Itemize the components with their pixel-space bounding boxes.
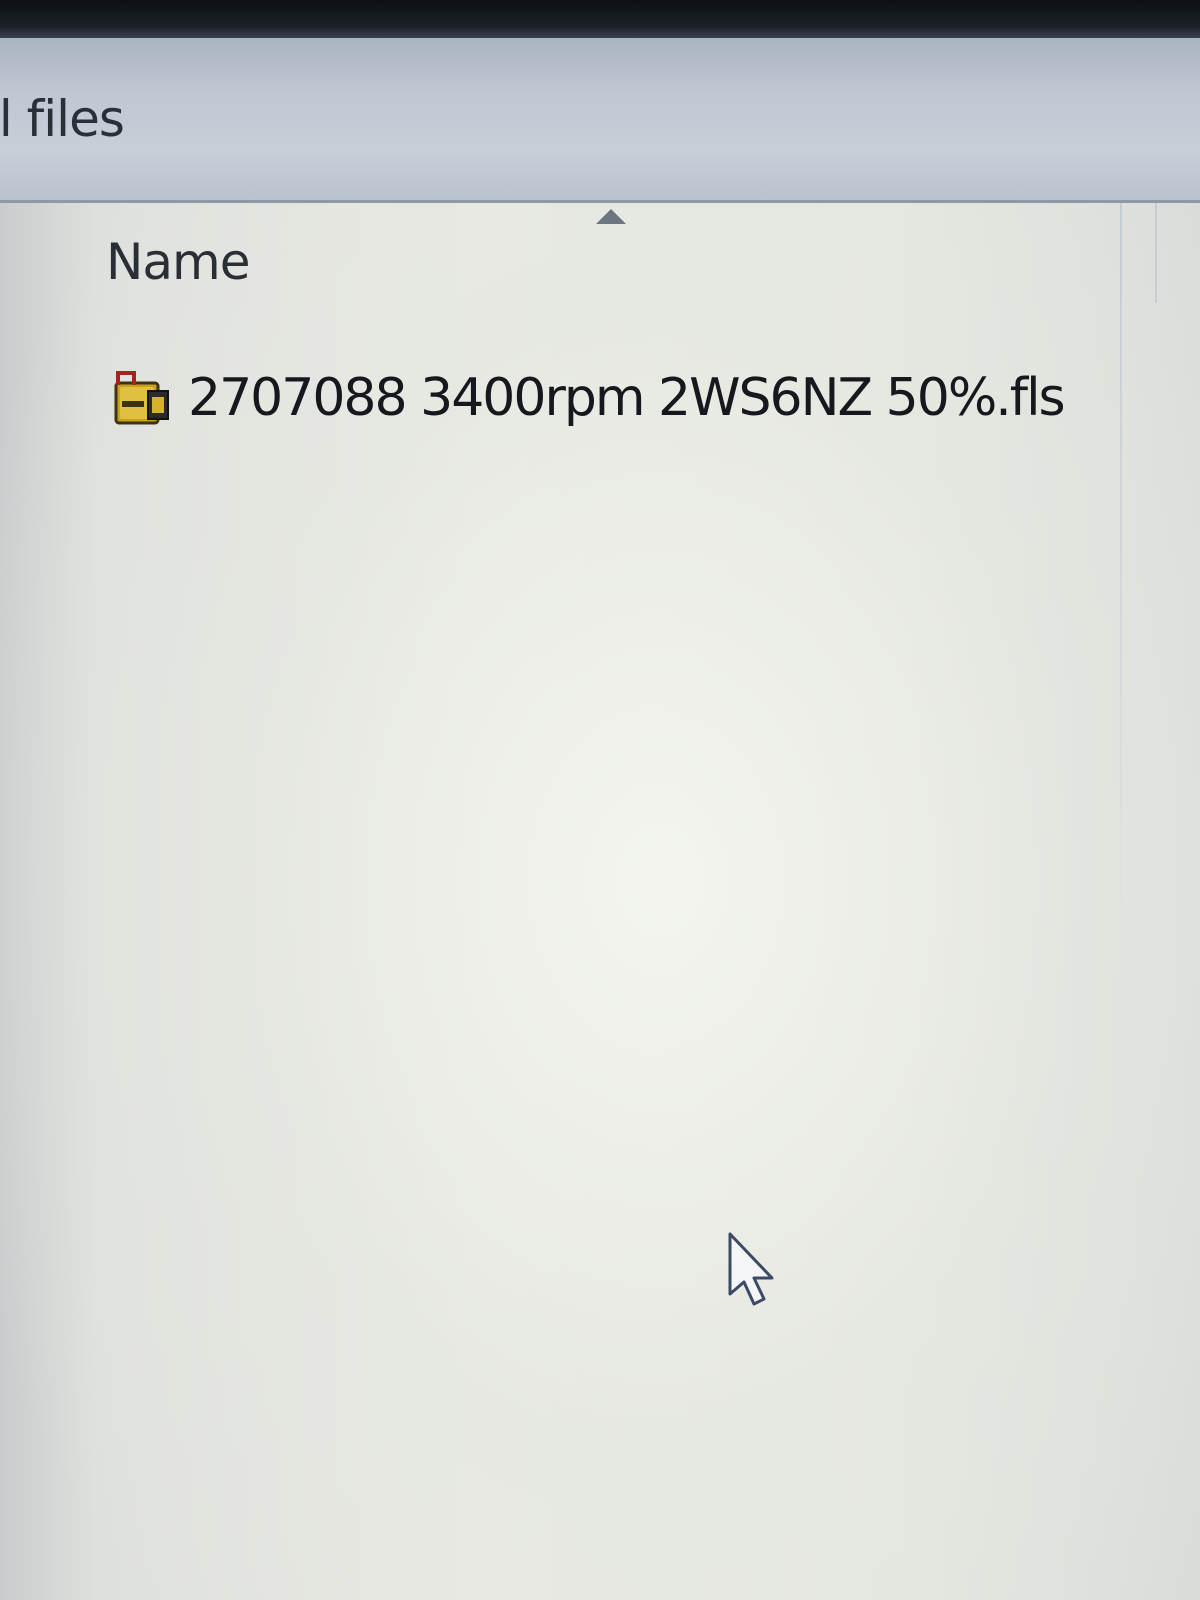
- window-title: ll files: [0, 90, 125, 148]
- file-list-item[interactable]: 2707088 3400rpm 2WS6NZ 50%.fls: [110, 353, 1110, 443]
- fls-file-icon: [114, 371, 169, 425]
- screen: ll files Name 2707088 3400rpm 2WS6NZ 50%…: [0, 0, 1200, 1600]
- monitor-bezel: [0, 0, 1200, 38]
- sort-ascending-icon: [596, 209, 626, 224]
- file-name: 2707088 3400rpm 2WS6NZ 50%.fls: [188, 368, 1066, 428]
- file-list-pane: Name 2707088 3400rpm 2WS6NZ 50%.fls: [0, 203, 1200, 1600]
- mouse-pointer-icon: [728, 1232, 774, 1306]
- window-title-bar: ll files: [0, 38, 1200, 203]
- pane-divider: [1120, 203, 1122, 963]
- column-header-row: Name: [0, 203, 1157, 303]
- column-header-name[interactable]: Name: [106, 233, 251, 291]
